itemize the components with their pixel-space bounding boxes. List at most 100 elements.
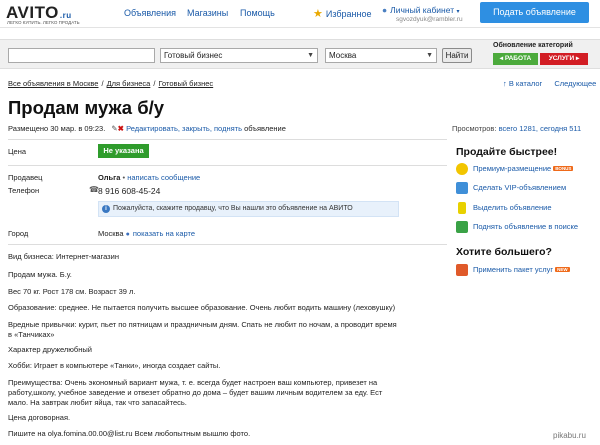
nav-help[interactable]: Помощь xyxy=(240,8,275,18)
next-link[interactable]: Следующее xyxy=(554,79,596,88)
page-title: Продам мужа б/у xyxy=(8,97,165,118)
avito-logo[interactable]: AVITO.ru ЛЕГКО КУПИТЬ. ЛЕГКО ПРОДАТЬ xyxy=(6,3,108,25)
search-button[interactable]: Найти xyxy=(442,48,472,63)
ad-meta: Размещено 30 мар. в 09:23. ✎✖ Редактиров… xyxy=(8,124,286,133)
breadcrumb-item[interactable]: Все объявления в Москве xyxy=(8,79,98,88)
package-icon xyxy=(456,264,468,276)
description-line: Пишите на olya.fomina.00.00@list.ru Всем… xyxy=(8,429,251,438)
logo-tagline: ЛЕГКО КУПИТЬ. ЛЕГКО ПРОДАТЬ xyxy=(7,20,80,25)
city-label: Город xyxy=(8,229,29,238)
highlight-icon xyxy=(458,202,466,214)
cabinet-email: sgvozdyuk@rambler.ru xyxy=(396,16,463,23)
person-icon: ● xyxy=(382,5,388,15)
highlight-link[interactable]: Выделить объявление xyxy=(456,202,552,216)
catalog-link[interactable]: В каталог xyxy=(509,79,542,88)
price-label: Цена xyxy=(8,147,27,156)
bonus-badge: BONUS xyxy=(553,165,574,171)
breadcrumb-item[interactable]: Для бизнеса xyxy=(107,79,151,88)
cabinet-label: Личный кабинет xyxy=(390,5,455,15)
description-line: Вредные привычки: курит, пьет по пятница… xyxy=(8,320,397,329)
search-input[interactable] xyxy=(8,48,155,63)
city-info: Москва ● показать на карте xyxy=(98,229,195,238)
favorites-label: Избранное xyxy=(325,9,372,19)
cabinet-link[interactable]: ● Личный кабинет ▾ sgvozdyuk@rambler.ru xyxy=(382,5,463,23)
update-services-label: УСЛУГИ xyxy=(548,55,575,62)
phone-value[interactable]: 8 916 608-45-24 xyxy=(98,186,160,196)
package-label: Применить пакет услуг xyxy=(473,264,554,274)
description-line: Хобби: Играет в компьютере «Танки», иног… xyxy=(8,361,221,370)
description-line: работу,школу, учебное заведение и отвезе… xyxy=(8,388,383,397)
breadcrumb: Все объявления в Москве / Для бизнеса / Гото… xyxy=(8,79,213,88)
watermark: pikabu.ru xyxy=(553,431,586,440)
posted-date: Размещено 30 мар. в 09:23. xyxy=(8,124,106,133)
category-selected: Готовый бизнес xyxy=(164,51,223,60)
premium-placement-link[interactable]: Премиум-размещение BONUS xyxy=(456,163,574,177)
city-value: Москва xyxy=(98,229,124,238)
description-line: Цена договорная. xyxy=(8,413,71,422)
chevron-down-icon: ▾ xyxy=(456,9,460,15)
favorites-link[interactable]: ★ Избранное xyxy=(313,7,372,20)
nav-shops[interactable]: Магазины xyxy=(187,8,228,18)
divider xyxy=(8,139,447,140)
lift-ad-link[interactable]: Поднять объявление в поиске xyxy=(456,221,578,235)
description-line: Характер дружелюбный xyxy=(8,345,92,354)
info-icon: i xyxy=(102,205,110,213)
price-badge: Не указана xyxy=(98,144,149,158)
lift-label: Поднять объявление в поиске xyxy=(473,221,579,231)
catalog-nav: ↑ В каталог Следующее → xyxy=(503,79,600,88)
new-badge: NEW xyxy=(555,266,570,272)
category-update-title: Обновление категорий xyxy=(493,42,573,49)
star-icon: ★ xyxy=(313,8,323,20)
search-bar: Готовый бизнес ▼ Москва ▼ Найти Обновление… xyxy=(0,39,600,69)
city-select[interactable]: Москва ▼ xyxy=(325,48,437,63)
update-work-button[interactable]: ◂ РАБОТА xyxy=(493,53,538,65)
vip-link[interactable]: Сделать VIP-объявлением xyxy=(456,182,566,196)
breadcrumb-separator: / xyxy=(153,79,156,88)
category-select[interactable]: Готовый бизнес ▼ xyxy=(160,48,318,63)
seller-name: Ольга xyxy=(98,173,121,182)
city-selected: Москва xyxy=(329,51,357,60)
description-line: Вес 70 кг. Рост 178 см. Возраст 39 л. xyxy=(8,287,136,296)
breadcrumb-item[interactable]: Готовый бизнес xyxy=(158,79,213,88)
map-marker-icon: ● xyxy=(125,231,130,238)
highlight-label: Выделить объявление xyxy=(473,202,552,212)
logo-domain: .ru xyxy=(59,11,72,20)
update-work-label: РАБОТА xyxy=(504,55,532,62)
views-link[interactable]: всего 1281, сегодня 511 xyxy=(499,124,582,133)
delete-icon: ✖ xyxy=(117,124,124,133)
update-services-button[interactable]: УСЛУГИ ▸ xyxy=(540,53,588,65)
seller-info: Ольга • написать сообщение xyxy=(98,173,200,182)
vip-icon xyxy=(456,182,468,194)
divider xyxy=(8,165,447,166)
vip-label: Сделать VIP-объявлением xyxy=(473,182,567,192)
description-line: мало. На завтрак любит яйца, так что зап… xyxy=(8,398,187,407)
chevron-down-icon: ▼ xyxy=(426,52,433,59)
description-line: Преимущества: Очень экономный вариант му… xyxy=(8,378,378,387)
chevron-down-icon: ▼ xyxy=(307,52,314,59)
seller-hint: i Пожалуйста, скажите продавцу, что Вы на… xyxy=(98,201,399,217)
apply-package-link[interactable]: Применить пакет услуг NEW xyxy=(456,264,570,278)
top-bar: AVITO.ru ЛЕГКО КУПИТЬ. ЛЕГКО ПРОДАТЬ Объ… xyxy=(0,0,600,28)
business-type: Вид бизнеса: Интернет-магазин xyxy=(8,252,119,261)
premium-icon xyxy=(456,163,468,175)
edit-link[interactable]: Редактировать, закрыть, поднять xyxy=(126,124,242,133)
bullet: • xyxy=(122,173,126,182)
sell-faster-heading: Продайте быстрее! xyxy=(456,146,558,158)
show-map-link[interactable]: показать на карте xyxy=(133,229,195,238)
post-ad-button[interactable]: Подать объявление xyxy=(480,2,589,23)
phone-label: Телефон xyxy=(8,186,40,195)
edit-suffix: объявление xyxy=(244,124,286,133)
description-line: в «Танчиках» xyxy=(8,330,55,339)
breadcrumb-separator: / xyxy=(101,79,104,88)
premium-label: Премиум-размещение xyxy=(473,163,552,173)
lift-icon xyxy=(456,221,468,233)
views-label: Просмотров: xyxy=(452,124,497,133)
hint-text: Пожалуйста, скажите продавцу, что Вы наш… xyxy=(113,205,353,212)
divider xyxy=(8,244,447,245)
seller-label: Продавец xyxy=(8,173,43,182)
views-counter: Просмотров: всего 1281, сегодня 511 xyxy=(452,124,581,133)
back-arrow-icon: ↑ xyxy=(503,79,507,88)
write-message-link[interactable]: написать сообщение xyxy=(127,173,200,182)
want-more-heading: Хотите большего? xyxy=(456,246,552,258)
nav-ads[interactable]: Объявления xyxy=(124,8,176,18)
